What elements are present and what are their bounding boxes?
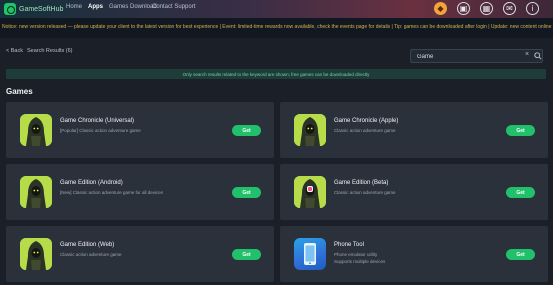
top-icons: ◆ ▣ ▦ ✉ i (434, 2, 539, 15)
section-title: Games (6, 87, 33, 96)
nav-item-apps[interactable]: Apps (88, 4, 103, 10)
get-button[interactable]: Get (232, 249, 261, 260)
nav-item-contact-support[interactable]: Contact Support (152, 4, 195, 10)
breadcrumb: < Back Search Results (6) (6, 48, 73, 54)
app-title: Game Edition (Web) (60, 242, 115, 248)
search-input[interactable] (417, 52, 517, 61)
hooded-figure-icon (20, 114, 52, 146)
app-card[interactable]: Game Chronicle (Apple) Classic action ad… (280, 102, 548, 158)
get-button[interactable]: Get (232, 125, 261, 136)
logo-text: GameSoftHub (19, 5, 64, 13)
app-card[interactable]: Game Edition (Android) [New] Classic act… (6, 164, 274, 220)
app-description: [Popular] Classic action adventure game (60, 128, 141, 133)
app-title: Phone Tool (334, 242, 364, 248)
notice-text: Only search results related to the keywo… (182, 71, 370, 77)
app-title: Game Chronicle (Apple) (334, 118, 399, 124)
app-description-secondary: Supports multiple devices (334, 259, 386, 264)
app-card[interactable]: Phone Tool Phone emulator utility Suppor… (280, 226, 548, 282)
clear-icon[interactable]: × (525, 51, 529, 58)
mail-icon[interactable]: ✉ (503, 2, 516, 15)
app-card[interactable]: Game Chronicle (Universal) [Popular] Cla… (6, 102, 274, 158)
back-link[interactable]: < Back (6, 48, 23, 54)
info-icon[interactable]: i (526, 2, 539, 15)
app-description: Classic action adventure game (334, 128, 396, 133)
app-title: Game Edition (Android) (60, 180, 123, 186)
hooded-figure-icon (294, 114, 326, 146)
notice-bar: Only search results related to the keywo… (6, 69, 546, 79)
app-card[interactable]: Game Edition (Beta) Classic action adven… (280, 164, 548, 220)
ticker-text: Notice: new version released — please up… (2, 24, 552, 30)
shop-icon[interactable]: ▣ (457, 2, 470, 15)
search-box: × (410, 49, 543, 63)
new-badge-icon (307, 186, 313, 192)
hooded-figure-icon (20, 176, 52, 208)
nav-item-games[interactable]: Games (109, 4, 128, 10)
app-description: Phone emulator utility (334, 252, 378, 257)
get-button[interactable]: Get (506, 125, 535, 136)
app-description: Classic action adventure game (334, 190, 396, 195)
get-button[interactable]: Get (506, 187, 535, 198)
logo[interactable]: GameSoftHub (4, 3, 63, 15)
gift-icon[interactable]: ◆ (434, 2, 447, 15)
hooded-figure-icon (294, 176, 326, 208)
app-title: Game Chronicle (Universal) (60, 118, 135, 124)
get-button[interactable]: Get (232, 187, 261, 198)
breadcrumb-current: Search Results (6) (26, 48, 73, 54)
app-description: [New] Classic action adventure game for … (60, 190, 164, 195)
announcement-ticker: Notice: new version released — please up… (0, 18, 553, 38)
app-description: Classic action adventure game (60, 252, 122, 257)
get-button[interactable]: Get (506, 249, 535, 260)
logo-mark-icon (4, 3, 16, 15)
app-card[interactable]: Game Edition (Web) Classic action advent… (6, 226, 274, 282)
nav-item-home[interactable]: Home (66, 4, 82, 10)
hooded-figure-icon (20, 238, 52, 270)
search-icon[interactable] (534, 52, 542, 60)
top-navigation-bar: GameSoftHub Home Apps Games Download Con… (0, 0, 553, 18)
app-title: Game Edition (Beta) (334, 180, 389, 186)
store-icon[interactable]: ▦ (480, 2, 493, 15)
phone-app-icon (294, 238, 326, 270)
